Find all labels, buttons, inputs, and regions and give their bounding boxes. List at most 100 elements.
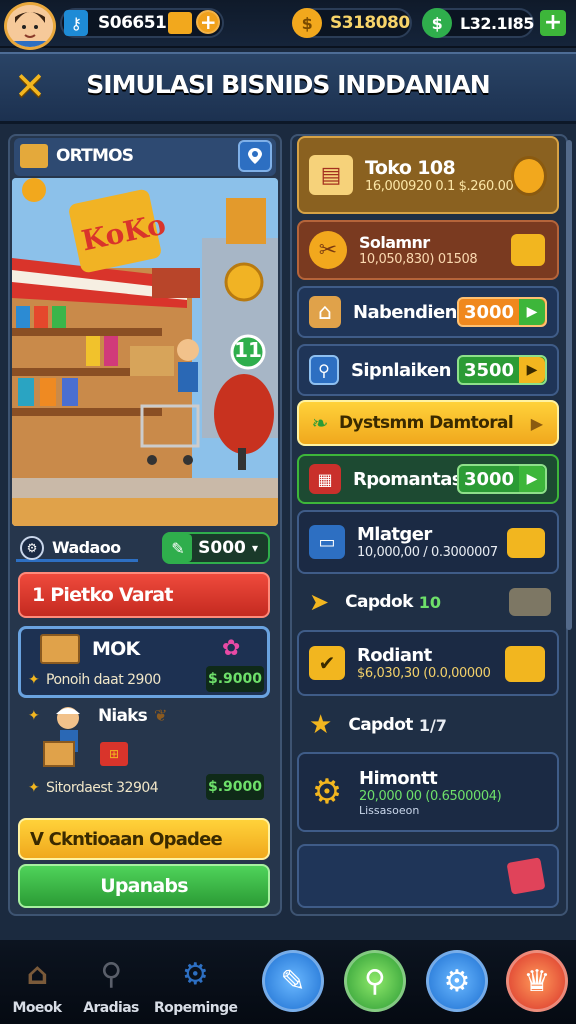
row-value-button[interactable]: 3000 ▶ [457, 464, 547, 494]
gold-coin-icon: $ [292, 8, 322, 38]
bow-icon: ✿ [222, 636, 241, 661]
row-toko[interactable]: ▤ Toko 108 16,000920 0.1 $.260.00 [297, 136, 559, 214]
gear-icon: ⚙ [181, 956, 209, 992]
page-title: SIMULASI BISNIDS INDDANIAN [86, 70, 490, 99]
id-counter: ⚷ S06651 + [60, 8, 224, 38]
row-value-button[interactable]: 3000 ▶ [457, 297, 547, 327]
scroll-icon: ▤ [309, 155, 353, 195]
item-line-mok: Ponoih daat 2900 [46, 672, 161, 688]
store-value: S000 [198, 538, 246, 558]
tool-icon: ✂ [309, 231, 347, 269]
item-price-niaks: $.9000 [206, 774, 264, 800]
house-icon: ⌂ [26, 956, 48, 992]
leaf-icon: ❦ [154, 706, 168, 725]
nav-item-settings[interactable]: ⚙ Ropeminge [154, 952, 238, 1017]
row-value: 3500 [463, 359, 515, 381]
shop-stall-icon: ⌂ [309, 296, 341, 328]
store-panel-header [14, 138, 276, 176]
row-himontt[interactable]: ⚙ Himontt 20,000 00 (0.6500004) Lissasoe… [297, 752, 559, 832]
row-rpomantasl[interactable]: ▦ Rpomantasl 3000 ▶ [297, 454, 559, 504]
row-sub: 16,000920 0.1 $.260.00 [365, 178, 514, 194]
key-icon: ⚷ [64, 10, 88, 36]
row-label: Capdok [345, 592, 413, 612]
store-value-button[interactable]: ✎ S000 ▾ [162, 532, 270, 564]
bag-icon [511, 156, 547, 196]
trophy-round-button[interactable]: ♛ [506, 950, 568, 1012]
location-pin-button[interactable] [238, 140, 272, 172]
chevron-right-icon: ▶ [519, 466, 545, 492]
nav-label: Ropeminge [154, 1000, 238, 1016]
chevron-right-icon: ▶ [519, 357, 545, 383]
star-icon: ✦ [28, 672, 40, 688]
player-avatar[interactable] [4, 2, 56, 50]
trophy-icon: ♛ [523, 963, 551, 999]
gold-box-icon [168, 12, 192, 34]
item-price-mok: $.9000 [206, 666, 264, 692]
nav-item-home[interactable]: ⌂ Moeok [2, 952, 72, 1017]
cash-value: L32.1I85 [460, 13, 534, 33]
chevron-right-icon: ▶ [519, 299, 545, 325]
row-mlatger[interactable]: ▭ Mlatger 10,000,00 / 0.3000007 [297, 510, 559, 574]
gold-counter: $ S318080 [292, 8, 412, 38]
tools-icon: ⚙ [20, 536, 44, 560]
scrollbar[interactable] [566, 140, 572, 630]
add-cash-button[interactable]: + [540, 10, 566, 36]
row-sipnlaiken[interactable]: ⚲ Sipnlaiken 3500 ▶ [297, 344, 559, 396]
store-panel-label: ORTMOS [56, 146, 134, 166]
row-capdok[interactable]: ➤ Capdok 10 [297, 582, 559, 622]
row-value: 3000 [463, 301, 515, 323]
row-value: 10 [418, 592, 442, 612]
gold-value: S318080 [330, 13, 410, 33]
nav-item-search[interactable]: ⚲ Aradias [76, 952, 146, 1017]
search-round-button[interactable]: ⚲ [344, 950, 406, 1012]
store-name-label: Wadaoo [52, 538, 121, 557]
magnifier-icon: ⚲ [100, 956, 122, 992]
gear-icon: ⚙ [443, 963, 471, 999]
row-rodiant[interactable]: ✔ Rodiant $6,030,30 (0.0,00000 [297, 630, 559, 696]
checkmark-icon: ✔ [309, 646, 345, 680]
star-icon: ★ [309, 710, 333, 740]
row-solamnr[interactable]: ✂ Solamnr 10,050,830) 01508 [297, 220, 559, 280]
red-action-button[interactable]: 1 Pietko Varat [18, 572, 270, 618]
leaf-icon: ❧ [311, 411, 329, 435]
row-label: Rodiant [357, 645, 432, 666]
row-value: 1/7 [418, 715, 447, 735]
row-value: 3000 [463, 468, 515, 490]
pen-icon: ✎ [280, 963, 306, 999]
star-icon: ✦ [28, 708, 40, 724]
row-sub: $6,030,30 (0.0,00000 [357, 666, 491, 681]
row-label: Toko 108 [365, 156, 456, 179]
item-line-niaks: Sitordaest 32904 [46, 780, 159, 796]
monitor-icon: ▭ [309, 525, 345, 559]
row-capdot[interactable]: ★ Capdot 1/7 [297, 704, 559, 746]
row-sub: 20,000 00 (0.6500004) [359, 788, 502, 804]
shop-icon: ⊞ [100, 742, 128, 766]
crate-icon [20, 144, 48, 168]
pencil-icon: ✎ [164, 534, 192, 562]
toggle-switch[interactable] [509, 588, 551, 616]
row-label: Sipnlaiken [351, 359, 451, 381]
edit-round-button[interactable]: ✎ [262, 950, 324, 1012]
add-gold-button[interactable]: + [196, 10, 220, 34]
row-dystsmm[interactable]: ❧ Dystsmm Damtoral ▶ [297, 400, 559, 446]
row-sub: 10,000,00 / 0.3000007 [357, 545, 498, 560]
store-illustration: KoKo 11 [12, 178, 278, 526]
store-front-icon: ▦ [309, 464, 341, 494]
row-value-button[interactable]: 3500 ▶ [457, 355, 547, 385]
worker-icon [40, 700, 92, 772]
row-label: Dystsmm Damtoral [339, 413, 514, 433]
item-name-niaks: Niaks [98, 706, 148, 726]
box-icon [40, 634, 80, 664]
row-label: Solamnr [359, 233, 430, 252]
bolt-icon: ➤ [309, 588, 330, 616]
chevron-right-icon: ▶ [530, 414, 543, 433]
settings-round-button[interactable]: ⚙ [426, 950, 488, 1012]
upgrade-option-button[interactable]: V Ckntioaan Opadee [18, 818, 270, 860]
row-empty[interactable] [297, 844, 559, 908]
row-nabendien[interactable]: ⌂ Nabendien 3000 ▶ [297, 286, 559, 338]
pin-icon: ⚲ [309, 355, 339, 385]
cash-counter: $ L32.1I85 S [422, 8, 556, 38]
row-label: Capdot [348, 715, 413, 735]
upgrade-button[interactable]: Upanabs [18, 864, 270, 908]
coin-box-icon [505, 646, 545, 682]
